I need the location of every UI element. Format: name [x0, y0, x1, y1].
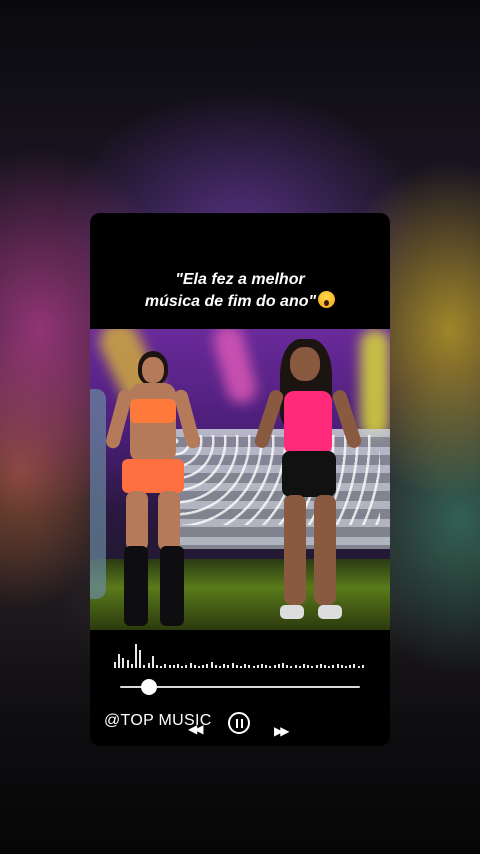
waveform-bar	[261, 664, 263, 668]
screaming-face-icon	[318, 291, 336, 308]
waveform-bar	[294, 665, 297, 668]
waveform-bar	[122, 658, 125, 668]
waveform-bar	[345, 666, 347, 668]
waveform-bar	[286, 665, 289, 668]
progress-thumb[interactable]	[140, 679, 157, 695]
caption-line-2-wrap: música de fim do ano"	[90, 291, 390, 313]
dancer-right	[253, 339, 364, 629]
waveform-bar	[303, 664, 305, 668]
waveform-bar	[198, 666, 200, 668]
waveform-bar	[290, 666, 293, 668]
waveform-bar	[126, 660, 129, 668]
waveform-bar	[160, 666, 163, 668]
dancer-left	[104, 341, 202, 630]
waveform-bar	[273, 665, 276, 668]
waveform-bar	[223, 664, 226, 668]
waveform-bar	[143, 665, 146, 668]
post-caption: "Ela fez a melhor música de fim do ano"	[90, 269, 390, 313]
waveform-bar	[282, 663, 284, 668]
waveform-bar	[210, 662, 213, 668]
waveform-bar	[231, 663, 234, 668]
background-dancer	[90, 389, 106, 599]
waveform-bar	[307, 665, 310, 668]
waveform-bar	[185, 665, 188, 668]
waveform-bar	[202, 665, 205, 668]
waveform-bar	[177, 664, 179, 668]
audio-player: @TOP MUSIC ◀◀ ▶▶	[90, 630, 390, 746]
pause-icon[interactable]	[228, 712, 250, 734]
waveform-bar	[332, 665, 335, 668]
waveform-bar	[349, 665, 352, 668]
waveform-bar	[248, 665, 251, 668]
caption-line-2: música de fim do ano"	[144, 293, 317, 310]
video-frame[interactable]	[90, 329, 390, 630]
waveform-bar	[244, 664, 247, 668]
story-card: "Ela fez a melhor música de fim do ano"	[90, 213, 390, 746]
audio-waveform	[114, 638, 368, 668]
waveform-bar	[324, 665, 326, 668]
waveform-bar	[219, 666, 221, 668]
waveform-bar	[206, 664, 209, 668]
waveform-bar	[328, 666, 331, 668]
fast-forward-icon[interactable]: ▶▶	[274, 724, 290, 738]
waveform-bar	[114, 662, 116, 668]
stage-light-beam	[360, 329, 390, 439]
rewind-icon[interactable]: ◀◀	[188, 722, 204, 736]
caption-line-1: "Ela fez a melhor	[175, 271, 305, 288]
waveform-bar	[151, 656, 154, 668]
waveform-bar	[235, 665, 238, 668]
waveform-bar	[357, 666, 360, 668]
waveform-bar	[298, 666, 301, 668]
waveform-bar	[319, 664, 322, 668]
waveform-bar	[139, 650, 142, 668]
waveform-bar	[214, 665, 217, 668]
waveform-bar	[156, 665, 158, 668]
waveform-bar	[172, 665, 175, 668]
waveform-bar	[336, 664, 339, 668]
waveform-bar	[256, 665, 259, 668]
waveform-bar	[147, 663, 150, 668]
stage-light-beam	[210, 329, 260, 407]
waveform-bar	[118, 654, 121, 668]
waveform-bar	[227, 665, 230, 668]
waveform-bar	[277, 664, 280, 668]
waveform-bar	[353, 664, 356, 668]
waveform-bar	[340, 665, 343, 668]
waveform-bar	[265, 665, 268, 668]
waveform-bar	[135, 644, 137, 668]
waveform-bar	[130, 664, 133, 668]
waveform-bar	[168, 665, 171, 668]
waveform-bar	[189, 663, 192, 668]
waveform-bar	[240, 666, 242, 668]
waveform-bar	[181, 666, 184, 668]
waveform-bar	[315, 665, 318, 668]
waveform-bar	[164, 664, 167, 668]
waveform-bar	[269, 666, 272, 668]
waveform-bar	[193, 665, 196, 668]
waveform-bar	[311, 666, 314, 668]
waveform-bar	[252, 666, 255, 668]
waveform-bar	[361, 665, 364, 668]
